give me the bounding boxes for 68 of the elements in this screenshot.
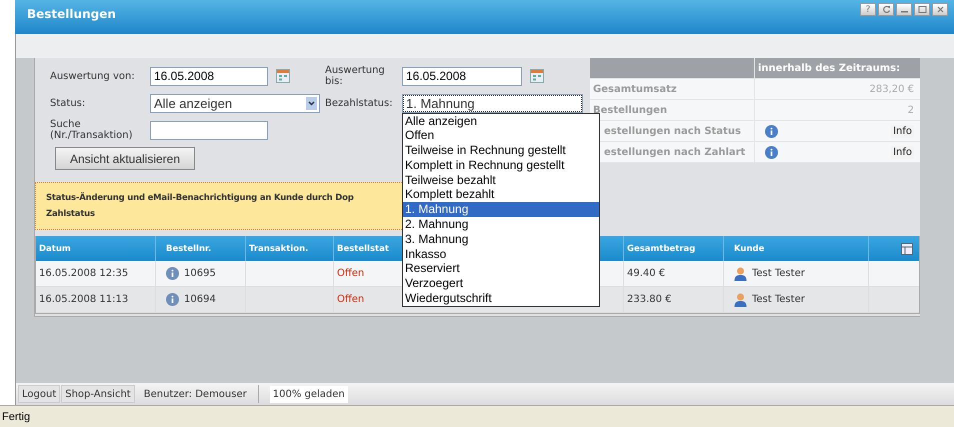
search-label: Suche (Nr./Transaktion): [50, 119, 134, 141]
stat-label: Bestellungen: [593, 104, 668, 116]
table-cell: 49.40 €: [627, 268, 666, 279]
dropdown-option[interactable]: Alle anzeigen: [403, 114, 599, 128]
table-cell: 10695: [184, 268, 216, 279]
notice-text: Zahlstatus: [46, 208, 95, 221]
dropdown-option[interactable]: Reserviert: [403, 261, 599, 276]
dropdown-option[interactable]: Wiedergutschrift: [403, 291, 599, 306]
refresh-button[interactable]: [878, 3, 894, 16]
calendar-icon[interactable]: [530, 69, 544, 83]
stat-label: estellungen nach Zahlart: [604, 146, 746, 158]
help-button[interactable]: ?: [860, 3, 876, 16]
payment-status-select[interactable]: 1. Mahnung: [402, 94, 583, 112]
refresh-icon: [882, 5, 890, 14]
stat-value: 283,20 €: [869, 84, 914, 94]
dropdown-option[interactable]: Komplett bezahlt: [403, 187, 599, 202]
user-icon: [734, 292, 747, 306]
close-button[interactable]: [932, 3, 948, 16]
dropdown-option[interactable]: 2. Mahnung: [403, 217, 599, 232]
notice-text: Status-Änderung und eMail-Benachrichtigung an Kunde durch Dop: [46, 191, 354, 205]
load-status: 100% geladen: [270, 386, 348, 402]
user-label: Benutzer: Demouser: [144, 388, 247, 400]
dropdown-option[interactable]: Teilweise bezahlt: [403, 172, 599, 188]
info-icon[interactable]: [166, 267, 179, 280]
info-button[interactable]: Info: [891, 124, 914, 138]
stat-label: estellungen nach Status: [604, 126, 741, 136]
date-to-field[interactable]: 16.05.2008: [402, 66, 522, 86]
calendar-icon[interactable]: [276, 69, 290, 83]
toolbar-button[interactable]: Shop-Ansicht: [61, 385, 135, 403]
stat-label: Gesamtumsatz: [593, 84, 677, 94]
info-icon[interactable]: [765, 146, 778, 158]
stat-value: 2: [908, 104, 914, 116]
table-cell: Test Tester: [752, 294, 805, 305]
close-icon: [936, 5, 944, 14]
table-cell: 16.05.2008 12:35: [39, 268, 128, 279]
refresh-view-button[interactable]: Ansicht aktualisieren: [55, 147, 195, 170]
status-label: Status:: [50, 98, 86, 108]
dropdown-option[interactable]: Inkasso: [403, 246, 599, 262]
window-title: Bestellungen: [27, 7, 116, 21]
user-icon: [734, 266, 747, 280]
from-label: Auswertung von:: [50, 70, 136, 82]
table-cell: Test Tester: [752, 268, 805, 279]
table-cell: Offen: [337, 294, 364, 305]
info-icon[interactable]: [765, 124, 778, 138]
to-label: Auswertung bis:: [325, 65, 386, 87]
table-cell: 10694: [184, 294, 216, 305]
toolbar-button[interactable]: Logout: [18, 385, 60, 403]
table-cell: Offen: [337, 268, 364, 279]
table-cell: 233.80 €: [627, 294, 672, 305]
table-cell: 16.05.2008 11:13: [39, 294, 128, 305]
column-header: innerhalb des Zeitraums:: [757, 62, 902, 76]
dropdown-option[interactable]: Komplett in Rechnung gestellt: [403, 158, 599, 173]
maximize-icon: [918, 5, 926, 14]
dropdown-option[interactable]: Verzoegert: [403, 276, 599, 292]
info-icon[interactable]: [166, 293, 179, 306]
maximize-button[interactable]: [914, 3, 930, 16]
dropdown-option[interactable]: Teilweise in Rechnung gestellt: [403, 143, 599, 158]
status-text: Fertig: [2, 410, 30, 422]
search-field[interactable]: [150, 120, 268, 140]
minimize-button[interactable]: [896, 3, 912, 16]
dropdown-option[interactable]: Offen: [403, 128, 599, 144]
table-icon[interactable]: [901, 242, 913, 254]
payment-status-label: Bezahlstatus:: [325, 98, 394, 108]
dropdown-option[interactable]: 3. Mahnung: [403, 232, 599, 247]
info-button[interactable]: Info: [891, 146, 914, 158]
dropdown-option[interactable]: 1. Mahnung: [403, 202, 599, 218]
status-select[interactable]: Alle anzeigen: [150, 94, 320, 112]
date-from-field[interactable]: 16.05.2008: [150, 66, 268, 86]
